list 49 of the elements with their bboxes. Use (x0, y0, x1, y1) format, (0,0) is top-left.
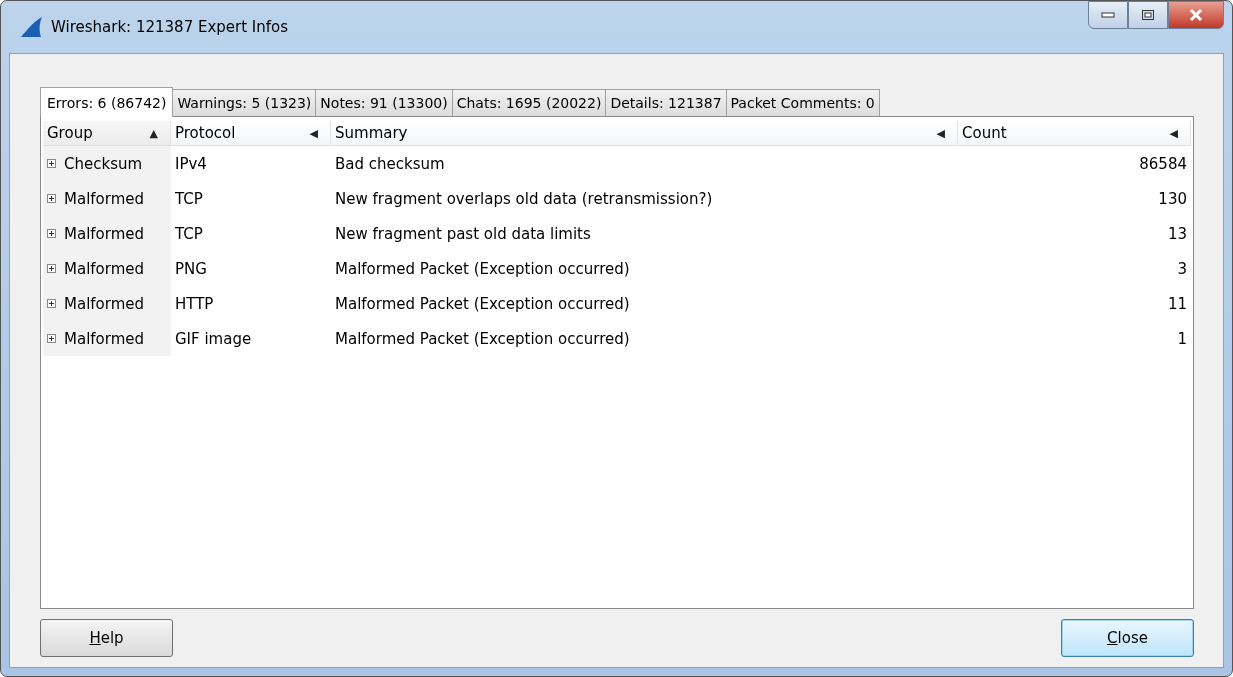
close-dialog-button[interactable]: Close (1061, 619, 1194, 657)
shark-fin-icon (19, 16, 43, 38)
table-cell: 86584 (1139, 154, 1187, 173)
table-cell: Checksum (64, 154, 143, 173)
table-cell: PNG (175, 259, 207, 278)
table-cell: TCP (175, 189, 203, 208)
table-cell: TCP (175, 224, 203, 243)
tab[interactable]: Notes: 91 (13300) (315, 89, 453, 116)
tab[interactable]: Packet Comments: 0 (725, 89, 880, 116)
table-cell: 11 (1167, 294, 1187, 313)
column-header[interactable]: Count ◀ (958, 121, 1191, 146)
maximize-icon (1141, 9, 1155, 21)
minimize-icon (1101, 11, 1115, 19)
table-cell: 3 (1177, 259, 1187, 278)
tab[interactable]: Errors: 6 (86742) (40, 87, 174, 117)
table-cell: 13 (1167, 224, 1187, 243)
expand-icon[interactable] (47, 299, 56, 308)
maximize-button[interactable] (1128, 1, 1168, 29)
table-cell: GIF image (175, 329, 252, 348)
expand-icon[interactable] (47, 229, 56, 238)
expand-icon[interactable] (47, 159, 56, 168)
table-cell: New fragment past old data limits (335, 224, 591, 243)
close-button[interactable] (1168, 1, 1224, 29)
table-cell: Malformed Packet (Exception occurred) (335, 259, 630, 278)
tab[interactable]: Warnings: 5 (1323) (172, 89, 317, 116)
table-cell: New fragment overlaps old data (retransmission?) (335, 189, 713, 208)
table-cell: Malformed (64, 329, 145, 348)
expand-icon[interactable] (47, 194, 56, 203)
table-cell: HTTP (175, 294, 214, 313)
table-cell: IPv4 (175, 154, 207, 173)
table-cell: Malformed (64, 294, 145, 313)
window-title: Wireshark: 121387 Expert Infos (51, 18, 289, 36)
table-cell: Malformed (64, 259, 145, 278)
expand-icon[interactable] (47, 334, 56, 343)
table-cell: Malformed Packet (Exception occurred) (335, 329, 630, 348)
table-cell: Malformed (64, 189, 145, 208)
column-header[interactable]: Group ▲ (43, 121, 171, 146)
table-cell: Malformed (64, 224, 145, 243)
tab[interactable]: Details: 121387 (605, 89, 727, 116)
expand-icon[interactable] (47, 264, 56, 273)
table-cell: Bad checksum (335, 154, 445, 173)
column-header[interactable]: Summary ◀ (331, 121, 958, 146)
column-header[interactable]: Protocol ◀ (171, 121, 331, 146)
help-button[interactable]: Help (40, 619, 173, 657)
table-cell: 130 (1158, 189, 1187, 208)
tab[interactable]: Chats: 1695 (20022) (451, 89, 607, 116)
table-cell: Malformed Packet (Exception occurred) (335, 294, 630, 313)
close-icon (1188, 8, 1204, 22)
table-cell: 1 (1177, 329, 1187, 348)
